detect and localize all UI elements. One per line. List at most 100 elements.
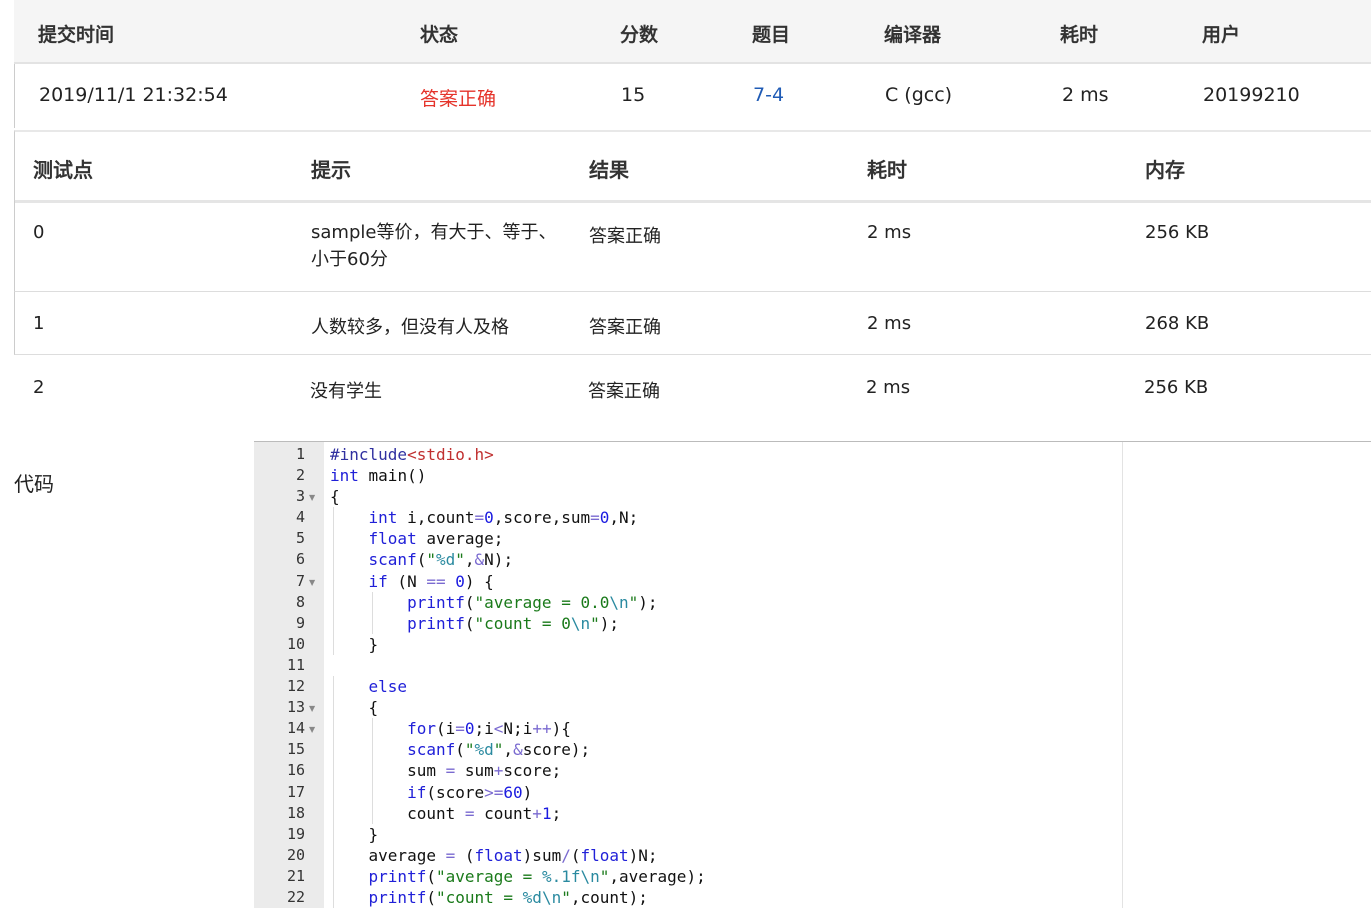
line-number: 21 — [286, 866, 305, 885]
fold-toggle-icon[interactable]: ▼ — [309, 494, 315, 502]
code-line[interactable]: 2 int main() — [254, 465, 1371, 486]
code-line[interactable]: 20 average = (float)sum/(float)N; — [254, 844, 1371, 866]
code-text: printf("count = 0\n"); — [407, 613, 619, 633]
code-line[interactable]: 1 #include<stdio.h> — [254, 444, 1371, 465]
line-number: 2 — [295, 466, 305, 485]
code-text: int i,count=0,score,sum=0,N; — [368, 508, 639, 528]
code-text: average = (float)sum/(float)N; — [330, 845, 658, 865]
code-line[interactable]: 16 sum = sum+score; — [254, 760, 1371, 782]
testcase-result: 答案正确 — [588, 381, 660, 402]
header-hint: 提示 — [311, 158, 351, 182]
header-compiler: 编译器 — [884, 24, 942, 46]
header-submit-time: 提交时间 — [38, 24, 115, 46]
code-line[interactable]: 7 ▼ if (N == 0) { — [254, 570, 1371, 592]
line-number: 8 — [295, 592, 305, 611]
code-line[interactable]: 10 } — [254, 633, 1371, 655]
code-text: if(score>=60) — [407, 782, 533, 802]
fold-toggle-icon[interactable]: ▼ — [309, 705, 315, 713]
testcase-memory: 268 KB — [1145, 313, 1210, 334]
code-editor[interactable]: 1 #include<stdio.h> 2 int main() 3 ▼ {4 int i,… — [254, 441, 1371, 908]
user-link[interactable]: 20199210 — [1203, 84, 1300, 106]
header-result: 结果 — [589, 158, 629, 182]
code-line[interactable]: 11 — [254, 655, 1371, 676]
compiler-value: C (gcc) — [885, 84, 953, 106]
testcase-memory: 256 KB — [1145, 222, 1210, 243]
problem-link[interactable]: 7-4 — [753, 84, 784, 106]
code-text: { — [330, 487, 340, 507]
code-text: sum = sum+score; — [330, 761, 562, 781]
code-label: 代码 — [14, 472, 54, 496]
line-number: 1 — [295, 445, 305, 463]
code-line[interactable]: 19 } — [254, 823, 1371, 845]
code-text: } — [330, 634, 379, 654]
code-text: #include<stdio.h> — [330, 445, 494, 464]
code-text: { — [330, 698, 379, 718]
header-tc-duration: 耗时 — [867, 158, 907, 182]
line-number: 4 — [295, 508, 305, 527]
line-number: 13 — [286, 698, 305, 717]
code-line[interactable]: 14 ▼ for(i=0;i<N;i++){ — [254, 718, 1371, 740]
header-problem: 题目 — [752, 24, 791, 46]
code-line[interactable]: 4 int i,count=0,score,sum=0,N; — [254, 507, 1371, 529]
code-line[interactable]: 3 ▼ { — [254, 486, 1371, 507]
line-number: 16 — [286, 761, 305, 780]
fold-toggle-icon[interactable]: ▼ — [309, 578, 315, 587]
header-score: 分数 — [620, 24, 659, 46]
table-row: 2 没有学生 答案正确 2 ms 256 KB — [14, 355, 1371, 417]
code-line[interactable]: 18 count = count+1; — [254, 802, 1371, 824]
testcase-hint: 人数较多，但没有人及格 — [311, 317, 509, 338]
submission-header: 提交时间 状态 分数 题目 编译器 耗时 用户 — [14, 0, 1371, 64]
submission-row: 2019/11/1 21:32:54 答案正确 15 7-4 C (gcc) 2… — [14, 64, 1371, 128]
line-number: 17 — [286, 782, 305, 801]
status-accepted: 答案正确 — [420, 88, 497, 110]
testcase-result: 答案正确 — [589, 317, 661, 338]
line-number: 20 — [286, 845, 305, 864]
line-number: 12 — [286, 677, 305, 696]
code-line[interactable]: 12 else — [254, 676, 1371, 698]
header-testcase: 测试点 — [33, 158, 93, 182]
line-number: 7 — [295, 571, 305, 590]
code-line[interactable]: 15 scanf("%d",&score); — [254, 739, 1371, 761]
line-number: 18 — [286, 803, 305, 822]
code-line[interactable]: 22 printf("count = %d\n",count); — [254, 886, 1371, 908]
code-text: for(i=0;i<N;i++){ — [407, 719, 571, 739]
line-number: 9 — [295, 613, 305, 632]
code-line[interactable]: 9 printf("count = 0\n"); — [254, 612, 1371, 634]
line-number: 11 — [286, 655, 305, 674]
code-text: int main() — [330, 466, 427, 486]
code-text: count = count+1; — [330, 803, 562, 823]
testcase-duration: 2 ms — [867, 313, 912, 334]
code-line[interactable]: 13 ▼ { — [254, 697, 1371, 719]
code-lines[interactable]: 1 #include<stdio.h> 2 int main() 3 ▼ {4 int i,… — [254, 444, 1371, 908]
code-text: scanf("%d",&N); — [368, 550, 514, 570]
header-duration: 耗时 — [1060, 24, 1099, 46]
testcase-id: 0 — [33, 222, 45, 243]
line-number: 10 — [286, 634, 305, 653]
code-text: } — [330, 824, 379, 844]
line-number: 19 — [286, 824, 305, 843]
table-row: 0 sample等价，有大于、等于、小于60分 答案正确 2 ms 256 KB — [14, 201, 1371, 292]
line-number: 22 — [286, 887, 305, 906]
header-status: 状态 — [420, 24, 459, 46]
code-line[interactable]: 21 printf("average = %.1f\n",average); — [254, 865, 1371, 887]
line-number: 15 — [286, 740, 305, 759]
line-number: 3 — [295, 487, 305, 506]
testcase-memory: 256 KB — [1144, 377, 1209, 398]
code-line[interactable]: 17 if(score>=60) — [254, 781, 1371, 803]
code-line[interactable]: 8 printf("average = 0.0\n"); — [254, 591, 1371, 613]
testcase-header: 测试点 提示 结果 耗时 内存 — [14, 130, 1371, 203]
code-line[interactable]: 5 float average; — [254, 528, 1371, 550]
code-line[interactable]: 6 scanf("%d",&N); — [254, 549, 1371, 571]
code-text: printf("count = %d\n",count); — [368, 887, 648, 907]
header-user: 用户 — [1202, 24, 1241, 46]
submit-time: 2019/11/1 21:32:54 — [39, 84, 228, 106]
testcase-duration: 2 ms — [867, 222, 912, 243]
testcase-id: 2 — [33, 377, 45, 398]
testcase-hint: sample等价，有大于、等于、小于60分 — [311, 222, 557, 270]
testcase-hint: 没有学生 — [310, 381, 382, 402]
code-text: if (N == 0) { — [368, 571, 494, 591]
score-value: 15 — [621, 84, 646, 106]
code-text: else — [368, 677, 408, 697]
fold-toggle-icon[interactable]: ▼ — [309, 726, 315, 734]
line-number: 6 — [295, 550, 305, 569]
